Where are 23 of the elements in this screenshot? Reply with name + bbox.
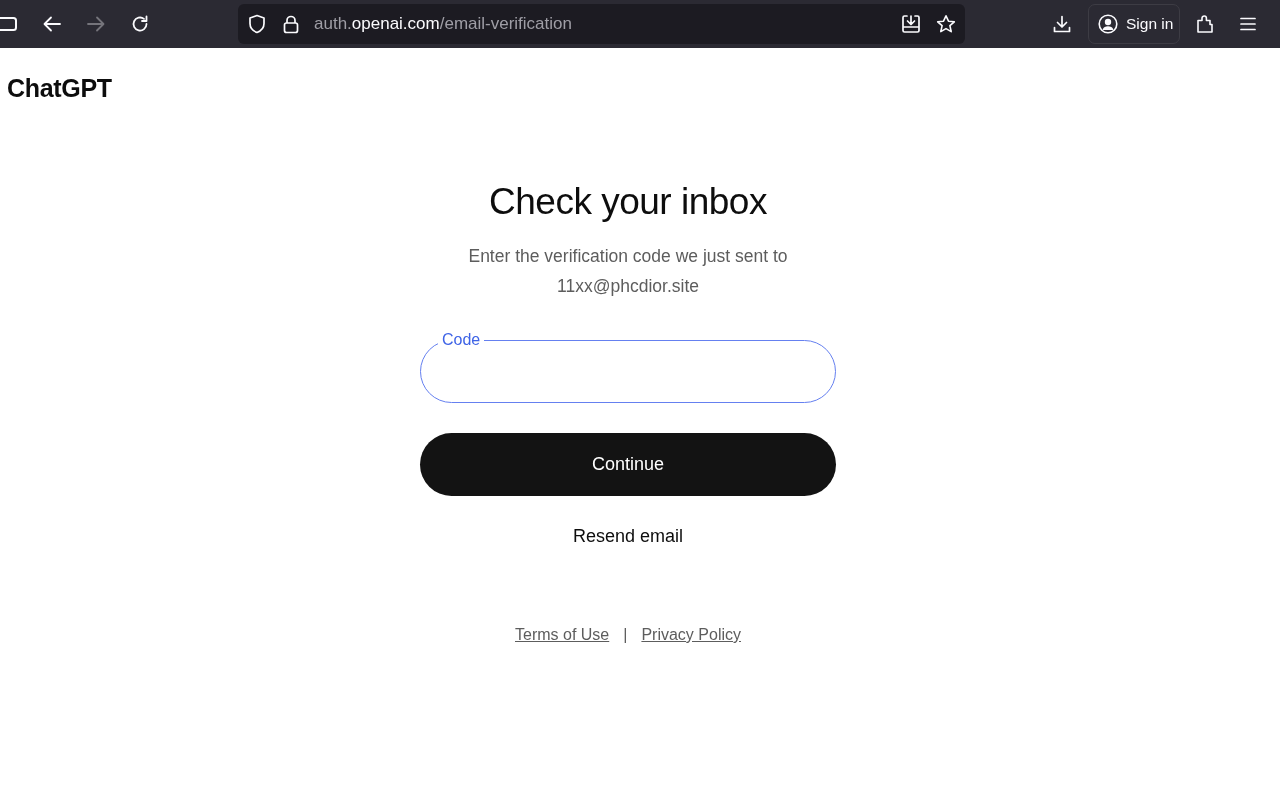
page-title: Check your inbox (489, 180, 767, 224)
reload-icon (131, 15, 149, 33)
url-text[interactable]: auth.openai.com/email-verification (314, 14, 572, 34)
footer-link[interactable]: Privacy Policy (641, 623, 741, 647)
puzzle-piece-icon (1196, 14, 1214, 34)
logo-text: ChatGPT (7, 74, 112, 102)
download-icon (1053, 15, 1071, 33)
tray-download-icon[interactable] (901, 14, 921, 34)
lock-icon (283, 14, 299, 34)
address-bar[interactable]: auth.openai.com/email-verification (238, 4, 965, 44)
footer-link[interactable]: Terms of Use (515, 623, 610, 647)
shield-icon (248, 14, 266, 34)
forward-arrow-icon (87, 16, 105, 32)
resend-email-button[interactable]: Resend email (572, 524, 684, 548)
separator-text: | (623, 625, 628, 645)
back-arrow-icon (43, 16, 61, 32)
verification-message: Enter the verification code we just sent to 11xx@phcdior.site (467, 245, 789, 298)
account-icon (1098, 14, 1118, 34)
menu-icon (1240, 17, 1256, 31)
sidebar-icon (0, 16, 18, 32)
sign-in-button[interactable]: Sign in (1088, 4, 1180, 44)
continue-button[interactable]: Continue (420, 433, 836, 496)
star-icon[interactable] (936, 14, 956, 34)
